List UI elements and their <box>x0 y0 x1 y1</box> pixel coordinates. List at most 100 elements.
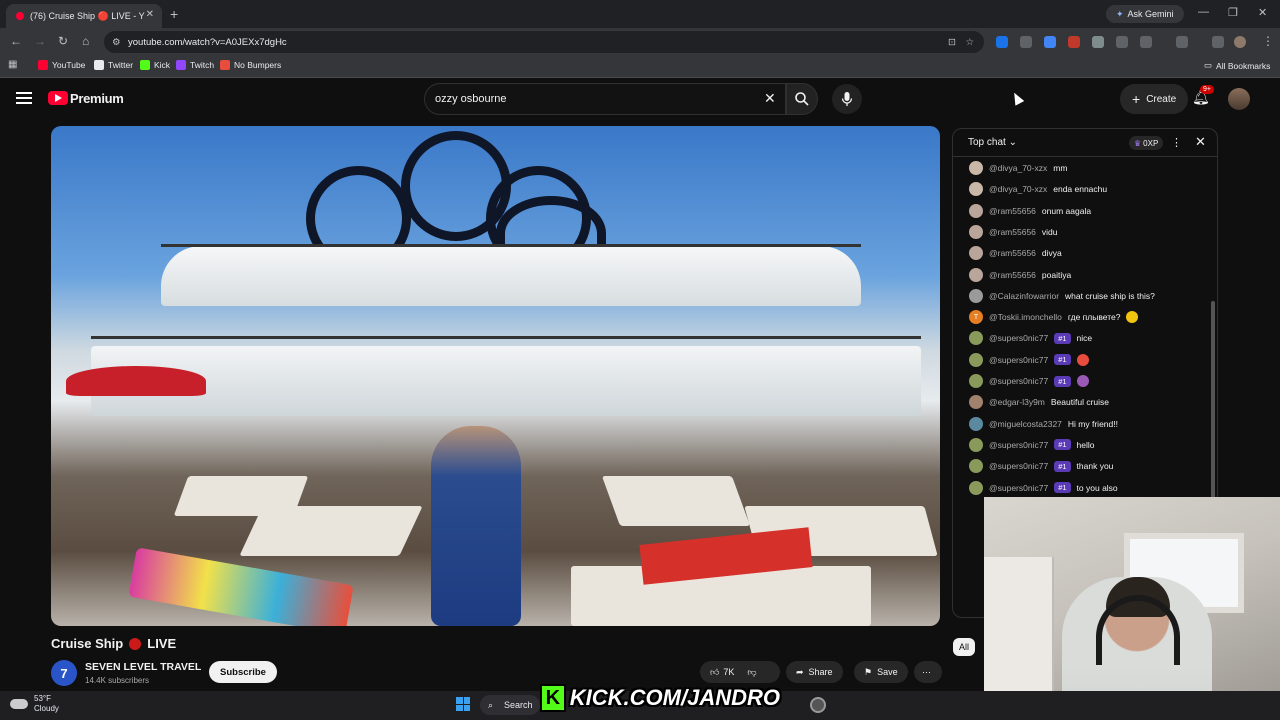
voice-search-button[interactable] <box>832 84 862 114</box>
search-input[interactable]: ozzy osbourne <box>424 83 786 115</box>
chat-author-name[interactable]: @miguelcosta2327 <box>989 419 1062 429</box>
chat-author-avatar[interactable] <box>969 246 983 261</box>
bookmark-label: YouTube <box>52 60 86 70</box>
account-avatar[interactable] <box>1228 88 1250 110</box>
search-button[interactable] <box>786 83 818 115</box>
chat-author-name[interactable]: @divya_70-xzx <box>989 184 1047 194</box>
chat-message: @supers0nic77 #1 nice <box>969 330 1092 346</box>
chat-author-avatar[interactable] <box>969 374 983 388</box>
taskbar-search[interactable]: ⌕ Search <box>480 695 540 715</box>
chat-author-avatar[interactable] <box>969 459 983 474</box>
chat-author-name[interactable]: @supers0nic77 <box>989 461 1048 471</box>
chat-author-name[interactable]: @supers0nic77 <box>989 440 1048 450</box>
youtube-logo-icon[interactable] <box>48 91 68 105</box>
chat-author-avatar[interactable] <box>969 161 983 175</box>
chat-author-avatar[interactable] <box>969 267 983 282</box>
chat-author-name[interactable]: @supers0nic77 <box>989 376 1048 386</box>
chat-author-avatar[interactable] <box>969 437 983 452</box>
bookmark-twitter[interactable]: Twitter <box>94 60 133 70</box>
home-icon[interactable]: ⌂ <box>82 34 89 48</box>
forward-icon[interactable]: → <box>34 34 46 48</box>
apps-grid-icon[interactable]: ▦ <box>8 59 17 70</box>
chat-author-name[interactable]: @supers0nic77 <box>989 355 1048 365</box>
chat-message-text: thank you <box>1076 461 1114 472</box>
bookmark-kick[interactable]: Kick <box>140 60 170 70</box>
bookmark-star-icon[interactable]: ☆ <box>965 37 974 48</box>
chat-author-avatar[interactable] <box>969 352 983 367</box>
weather-widget[interactable]: 53°F Cloudy <box>10 694 59 714</box>
chat-author-avatar[interactable] <box>969 224 983 239</box>
taskbar-app-icon[interactable] <box>810 697 826 713</box>
channel-avatar[interactable]: 7 <box>51 660 77 686</box>
chip-all[interactable]: All <box>953 638 976 656</box>
more-actions-button[interactable]: ⋯ <box>914 661 942 683</box>
site-info-icon[interactable]: ⚙ <box>112 37 121 48</box>
bookmark-youtube[interactable]: YouTube <box>38 60 85 70</box>
extension-icon[interactable] <box>1020 36 1032 48</box>
window-close-icon[interactable]: ✕ <box>1258 6 1267 19</box>
chat-author-avatar[interactable] <box>969 182 983 197</box>
close-chat-icon[interactable]: ✕ <box>1195 134 1206 150</box>
close-tab-icon[interactable]: ✕ <box>146 9 154 20</box>
restore-icon[interactable]: ❐ <box>1228 6 1238 19</box>
extension-icon[interactable] <box>1044 36 1056 48</box>
new-tab-icon[interactable]: + <box>170 6 178 22</box>
bookmark-twitch[interactable]: Twitch <box>176 60 214 70</box>
like-button[interactable]: 👍︎ 7K <box>710 667 734 678</box>
create-button[interactable]: + Create <box>1120 84 1189 114</box>
side-panel-icon[interactable] <box>1176 36 1188 48</box>
chat-author-name[interactable]: @edgar-l3y9m <box>989 397 1045 407</box>
profile-avatar-icon[interactable] <box>1234 36 1246 48</box>
youtube-premium-label[interactable]: Premium <box>70 91 124 106</box>
chat-author-name[interactable]: @supers0nic77 <box>989 333 1048 343</box>
reload-icon[interactable]: ↻ <box>58 34 68 48</box>
minimize-icon[interactable]: — <box>1198 6 1209 18</box>
extensions-puzzle-icon[interactable] <box>1140 36 1152 48</box>
chat-author-name[interactable]: @ram55656 <box>989 248 1036 258</box>
chat-author-avatar[interactable] <box>969 395 983 410</box>
chat-author-name[interactable]: @Toskii.imonchello <box>989 312 1062 322</box>
chat-author-avatar[interactable] <box>969 480 983 495</box>
ask-gemini-button[interactable]: ✦ Ask Gemini <box>1106 5 1184 23</box>
top-chat-dropdown[interactable]: Top chat ⌄ <box>968 137 1017 148</box>
extension-icon[interactable] <box>996 36 1008 48</box>
clear-search-icon[interactable]: ✕ <box>764 90 776 107</box>
chat-scrollbar[interactable] <box>1211 301 1215 501</box>
extension-icon[interactable] <box>1068 36 1080 48</box>
back-icon[interactable]: ← <box>10 34 22 48</box>
chat-author-name[interactable]: @supers0nic77 <box>989 483 1048 493</box>
channel-name[interactable]: SEVEN LEVEL TRAVEL <box>85 661 201 673</box>
deck-railing <box>91 336 921 339</box>
chat-author-avatar[interactable] <box>969 203 983 218</box>
bookmark-no-bumpers[interactable]: No Bumpers <box>220 60 281 70</box>
browser-menu-icon[interactable]: ⋮ <box>1262 34 1274 48</box>
subscribe-button[interactable]: Subscribe <box>209 661 277 683</box>
chat-author-avatar[interactable] <box>969 331 983 346</box>
browser-tab[interactable]: (76) Cruise Ship 🔴 LIVE - Y ✕ <box>6 4 162 28</box>
video-player[interactable] <box>51 126 940 626</box>
chat-more-icon[interactable]: ⋮ <box>1171 136 1182 149</box>
bookmark-icon: ⚑ <box>864 666 873 677</box>
menu-hamburger-icon[interactable] <box>16 92 32 104</box>
chat-author-name[interactable]: @ram55656 <box>989 206 1036 216</box>
extension-icon[interactable] <box>1116 36 1128 48</box>
xp-badge[interactable]: ♛ 0XP <box>1129 136 1164 150</box>
extension-icon[interactable] <box>1092 36 1104 48</box>
chat-author-avatar[interactable] <box>969 288 983 303</box>
url-input[interactable]: ⚙ youtube.com/watch?v=A0JEXx7dgHc ⊡ ☆ <box>104 31 984 53</box>
chat-author-avatar[interactable] <box>969 416 983 431</box>
windows-start-icon[interactable] <box>456 697 470 711</box>
save-button[interactable]: ⚑ Save <box>854 661 908 683</box>
dislike-button[interactable]: 👎︎ <box>747 667 756 678</box>
chat-author-name[interactable]: @ram55656 <box>989 227 1036 237</box>
share-button[interactable]: ➦ Share <box>786 661 843 683</box>
chat-author-name[interactable]: @divya_70-xzx <box>989 163 1047 173</box>
chat-author-name[interactable]: @Calazinfowarrior <box>989 291 1059 301</box>
chat-author-name[interactable]: @ram55656 <box>989 270 1036 280</box>
chat-header: Top chat ⌄ ♛ 0XP ⋮ ✕ <box>953 129 1217 157</box>
member-badge: #1 <box>1054 482 1071 493</box>
all-bookmarks-link[interactable]: ▭ All Bookmarks <box>1204 60 1270 71</box>
chat-author-avatar[interactable]: T <box>969 310 983 325</box>
install-icon[interactable]: ⊡ <box>948 37 956 48</box>
reading-list-icon[interactable] <box>1212 36 1224 48</box>
